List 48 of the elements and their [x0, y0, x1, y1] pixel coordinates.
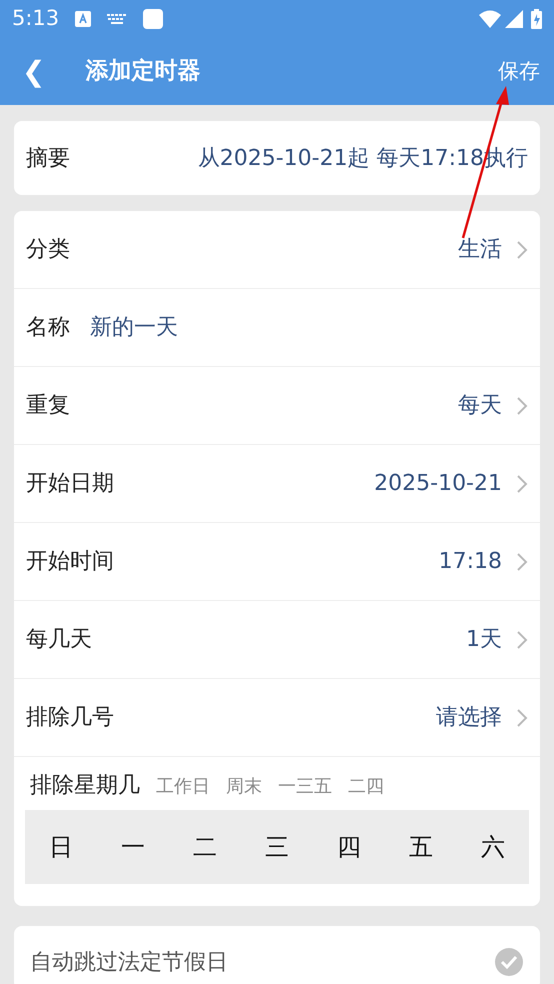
setting-label: 开始日期 — [26, 470, 114, 498]
setting-value: 1天 — [466, 626, 502, 654]
holiday-label: 自动跳过法定节假日 — [30, 948, 228, 976]
chevron-icon — [516, 474, 528, 494]
chevron-icon — [516, 396, 528, 416]
setting-value: 17:18 — [438, 548, 502, 576]
checkbox[interactable] — [494, 947, 524, 977]
summary-label: 摘要 — [26, 144, 70, 172]
weekday-button[interactable]: 二 — [180, 822, 230, 872]
weekday-button[interactable]: 六 — [468, 822, 518, 872]
chevron-icon — [516, 708, 528, 728]
setting-row[interactable]: 每几天 1天 — [14, 601, 540, 679]
setting-row[interactable]: 开始时间 17:18 — [14, 523, 540, 601]
signal-icon — [505, 10, 523, 28]
setting-value: 每天 — [458, 392, 502, 420]
setting-label: 名称 — [26, 314, 70, 342]
weekday-button[interactable]: 五 — [396, 822, 446, 872]
setting-row[interactable]: 开始日期 2025-10-21 — [14, 445, 540, 523]
chevron-icon — [516, 240, 528, 260]
preset-button[interactable]: 二四 — [348, 773, 384, 800]
page-title: 添加定时器 — [85, 57, 200, 86]
chevron-icon — [516, 552, 528, 572]
setting-value: 生活 — [458, 236, 502, 264]
preset-button[interactable]: 一三五 — [278, 773, 332, 800]
weekday-button[interactable]: 三 — [252, 822, 302, 872]
weekday-button[interactable]: 日 — [36, 822, 86, 872]
setting-label: 每几天 — [26, 626, 92, 654]
chevron-icon — [516, 630, 528, 650]
preset-button[interactable]: 周末 — [226, 773, 262, 800]
setting-value: 请选择 — [436, 704, 502, 732]
preset-button[interactable]: 工作日 — [156, 773, 210, 800]
setting-value: 2025-10-21 — [374, 470, 502, 498]
notification-square-icon — [143, 9, 164, 29]
setting-label: 排除几号 — [26, 704, 114, 732]
weekday-button[interactable]: 四 — [324, 822, 374, 872]
battery-icon — [531, 9, 542, 29]
weekday-button[interactable]: 一 — [108, 822, 158, 872]
setting-row[interactable]: 分类 生活 — [14, 211, 540, 289]
wifi-icon — [479, 10, 501, 28]
keyboard-icon — [107, 14, 128, 24]
clock-time: 5:13 — [12, 5, 60, 32]
setting-row[interactable]: 重复 每天 — [14, 367, 540, 445]
setting-label: 开始时间 — [26, 548, 114, 576]
setting-row[interactable]: 排除几号 请选择 — [14, 679, 540, 757]
keyboard-a-icon — [75, 11, 92, 27]
setting-label: 排除星期几 — [30, 772, 140, 800]
setting-label: 重复 — [26, 392, 70, 420]
setting-label: 分类 — [26, 236, 70, 264]
